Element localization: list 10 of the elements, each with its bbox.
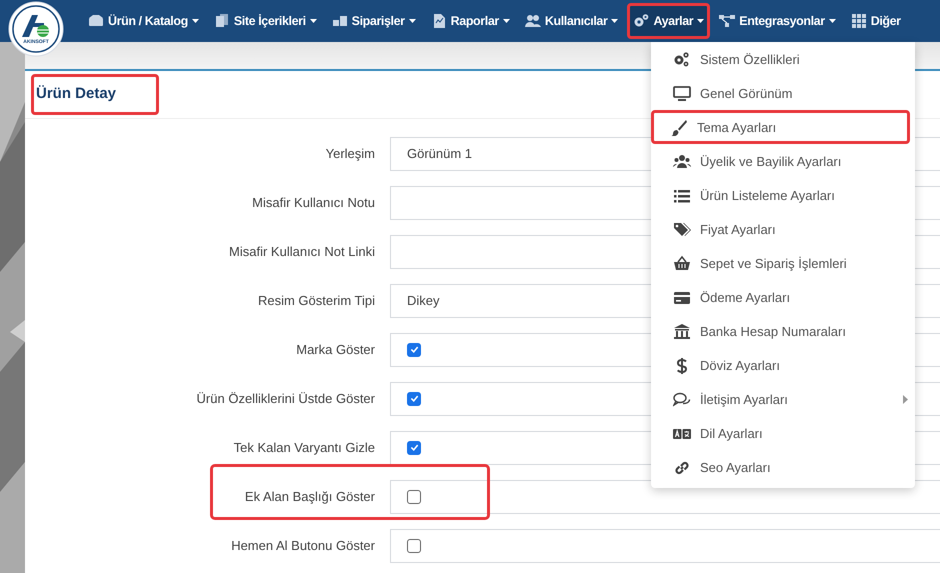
field-label: Yerleşim xyxy=(326,146,375,161)
field-label: Resim Gösterim Tipi xyxy=(258,293,375,308)
field-label: Misafir Kullanıcı Not Linki xyxy=(229,244,375,259)
field-label: Hemen Al Butonu Göster xyxy=(231,538,375,553)
field-label: Marka Göster xyxy=(296,342,375,357)
field-label: Misafir Kullanıcı Notu xyxy=(252,195,375,210)
field-label: Tek Kalan Varyantı Gizle xyxy=(234,440,375,455)
field-label: Ek Alan Başlığı Göster xyxy=(244,489,375,504)
panel-title: Ürün Detay xyxy=(31,74,160,115)
field-label: Ürün Özelliklerini Üstde Göster xyxy=(196,391,375,406)
